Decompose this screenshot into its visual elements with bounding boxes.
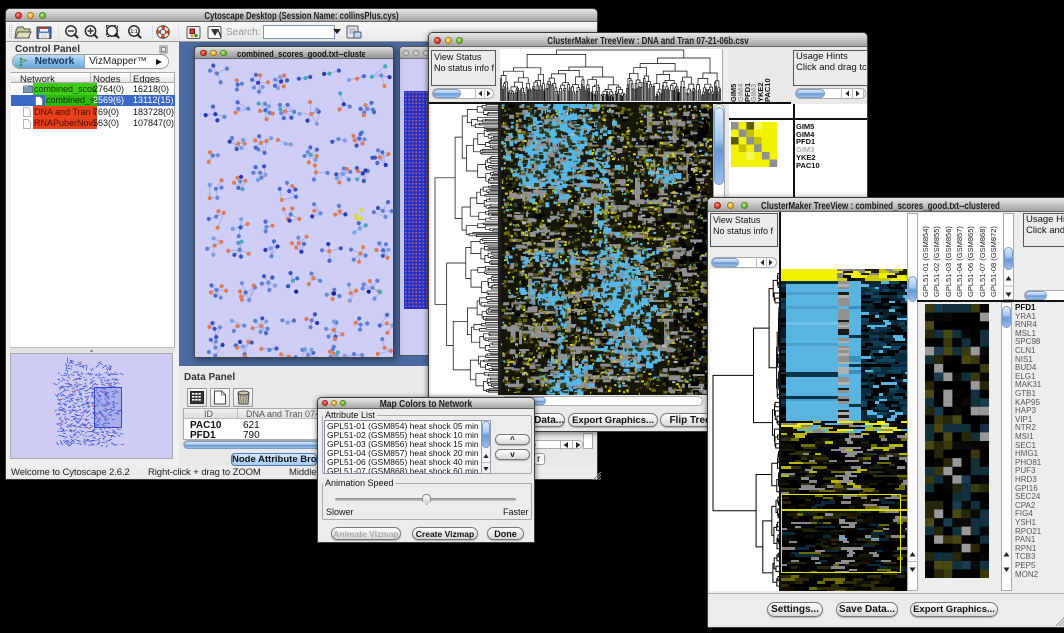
svg-text:Search:: Search: (226, 27, 260, 38)
svg-text:1:1: 1:1 (130, 29, 137, 35)
